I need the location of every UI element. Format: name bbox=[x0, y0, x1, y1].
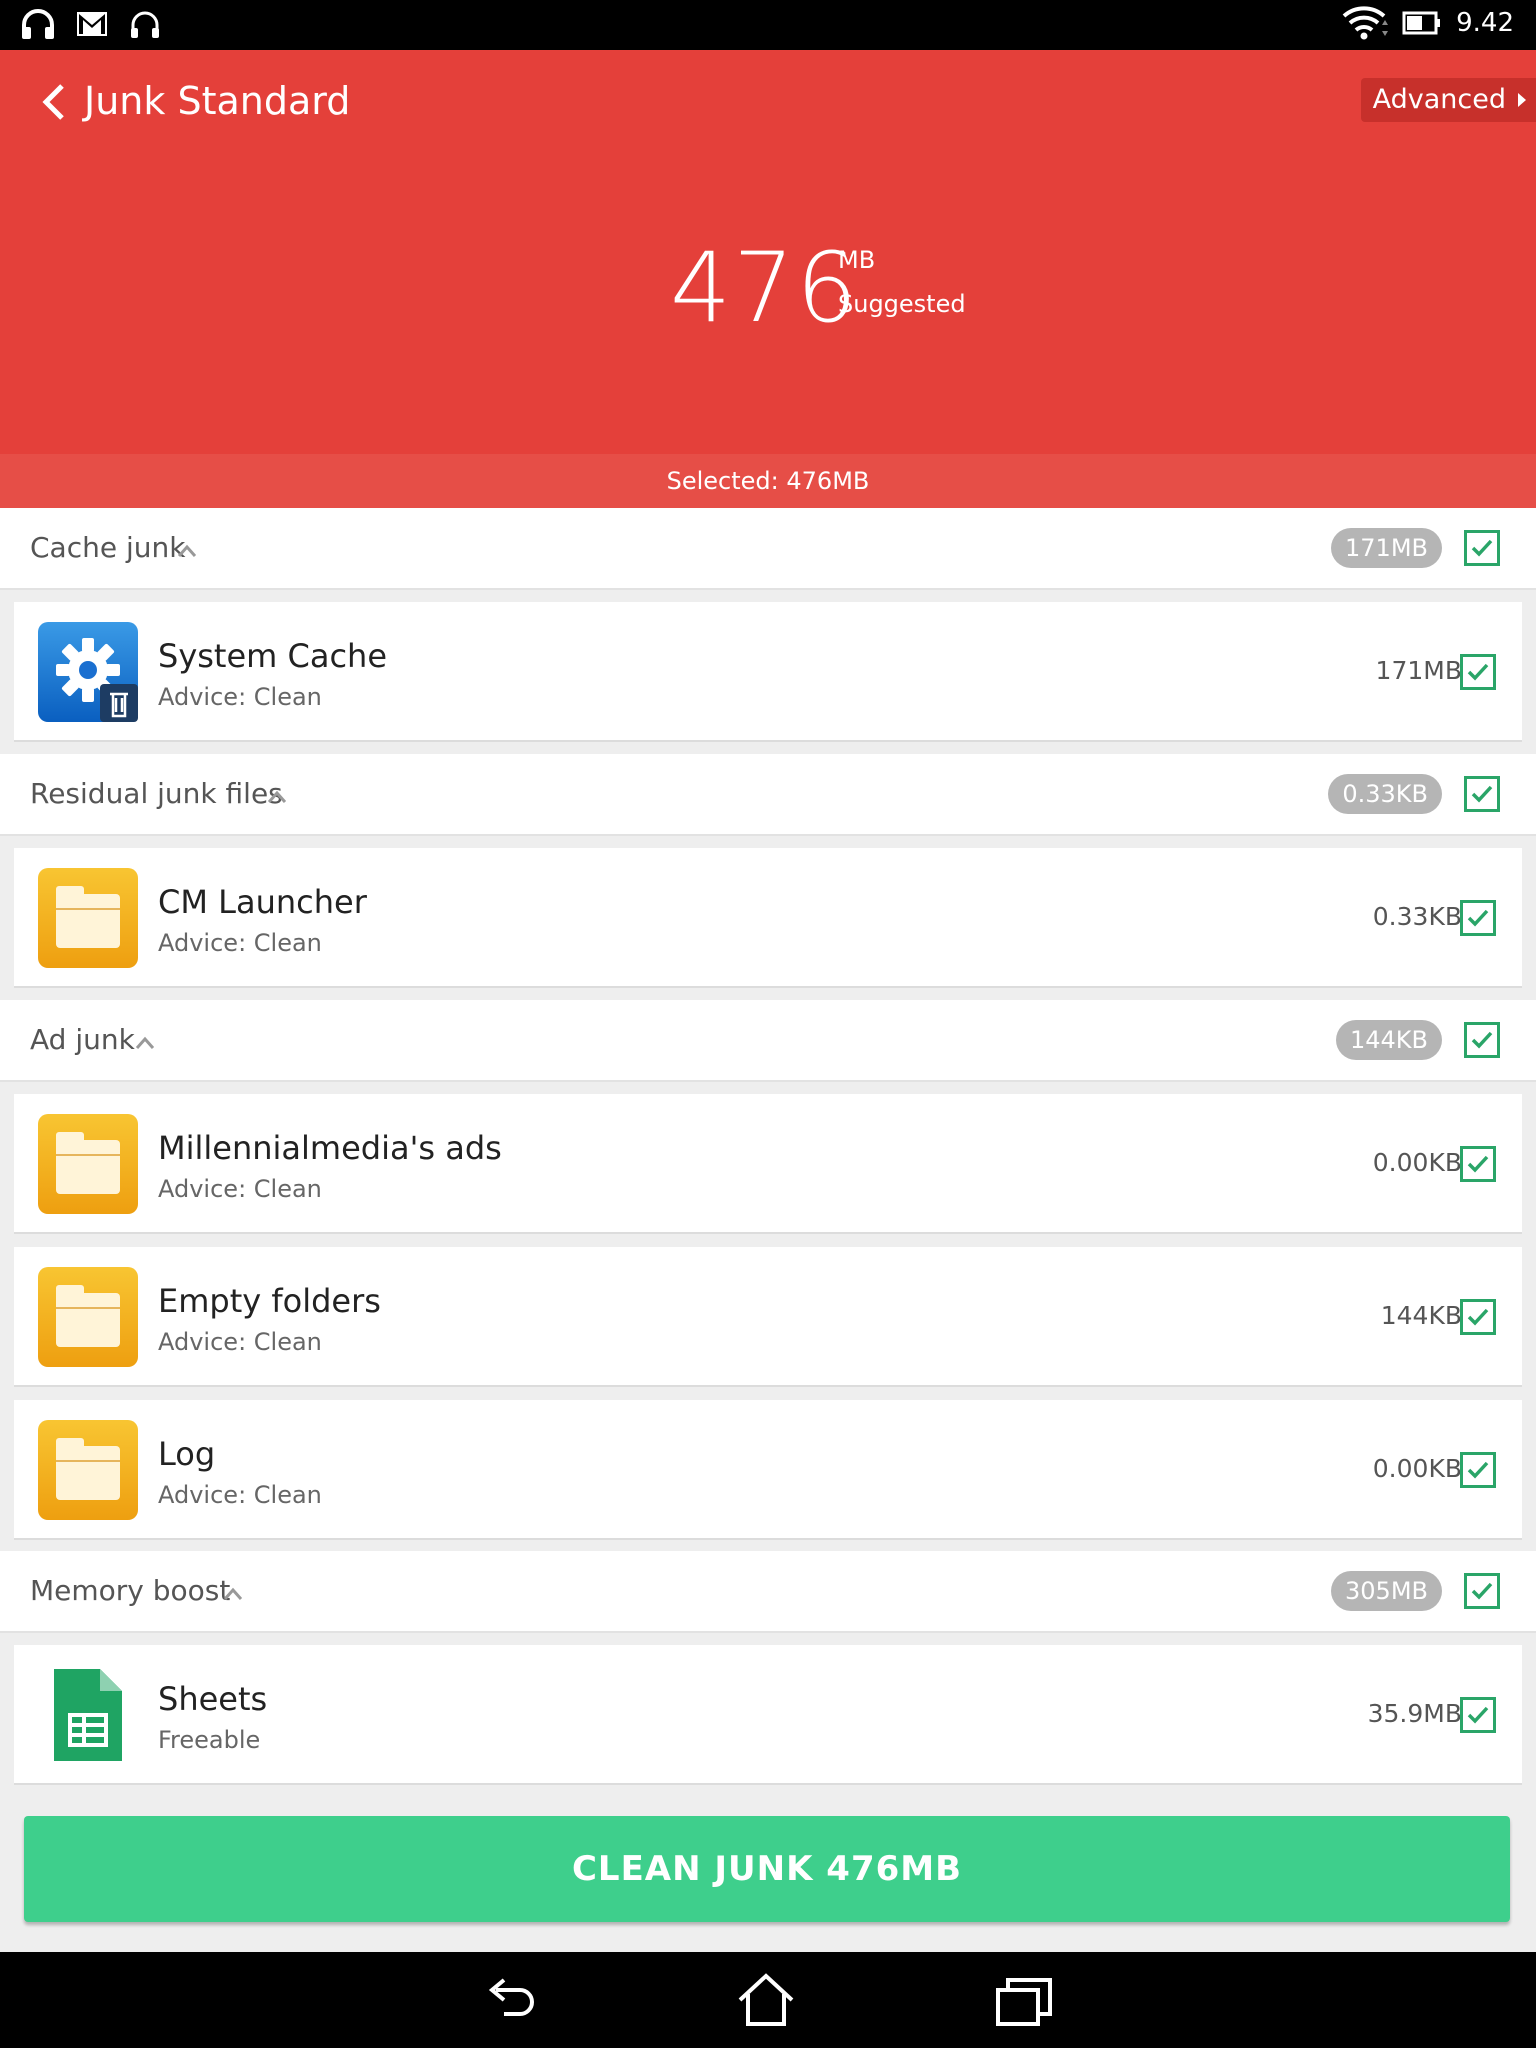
navigation-bar bbox=[0, 1952, 1536, 2048]
item-size: 144KB bbox=[1380, 1301, 1462, 1330]
item-advice: Advice: Clean bbox=[158, 1328, 322, 1356]
check-icon bbox=[1467, 1706, 1489, 1724]
item-name: CM Launcher bbox=[158, 883, 367, 921]
item-name: Log bbox=[158, 1435, 216, 1473]
back-nav-icon[interactable] bbox=[482, 1972, 542, 2028]
section-checkbox[interactable] bbox=[1464, 530, 1500, 566]
item-checkbox[interactable] bbox=[1460, 1146, 1496, 1182]
list-item[interactable]: Empty folders Advice: Clean 144KB bbox=[14, 1247, 1522, 1387]
section-label: Cache junk bbox=[30, 531, 186, 564]
chevron-up-icon[interactable] bbox=[268, 788, 286, 806]
check-icon bbox=[1467, 909, 1489, 927]
section-size-badge: 171MB bbox=[1331, 528, 1442, 568]
section-checkbox[interactable] bbox=[1464, 1573, 1500, 1609]
section-checkbox[interactable] bbox=[1464, 776, 1500, 812]
item-checkbox[interactable] bbox=[1460, 1299, 1496, 1335]
item-name: System Cache bbox=[158, 637, 388, 675]
item-checkbox[interactable] bbox=[1460, 900, 1496, 936]
caret-right-icon bbox=[1518, 93, 1526, 107]
recents-nav-icon[interactable] bbox=[994, 1972, 1054, 2028]
folder-icon bbox=[38, 868, 138, 968]
check-icon bbox=[1471, 1031, 1493, 1049]
check-icon bbox=[1471, 785, 1493, 803]
section-size-badge: 144KB bbox=[1335, 1020, 1442, 1060]
section-checkbox[interactable] bbox=[1464, 1022, 1500, 1058]
check-icon bbox=[1467, 1308, 1489, 1326]
item-checkbox[interactable] bbox=[1460, 654, 1496, 690]
section-ad-junk[interactable]: Ad junk 144KB bbox=[0, 1000, 1536, 1082]
check-icon bbox=[1471, 1582, 1493, 1600]
total-junk-unit: MB bbox=[838, 246, 876, 274]
clean-button-area: CLEAN JUNK 476MB bbox=[0, 1806, 1536, 1952]
check-icon bbox=[1471, 539, 1493, 557]
chevron-up-icon[interactable] bbox=[136, 1034, 154, 1052]
status-bar: 9.42 bbox=[0, 0, 1536, 50]
folder-icon bbox=[38, 1267, 138, 1367]
check-icon bbox=[1467, 1155, 1489, 1173]
item-checkbox[interactable] bbox=[1460, 1452, 1496, 1488]
section-label: Residual junk files bbox=[30, 777, 283, 810]
list-item[interactable]: Sheets Freeable 35.9MB bbox=[14, 1645, 1522, 1785]
clean-junk-button[interactable]: CLEAN JUNK 476MB bbox=[24, 1816, 1510, 1922]
gmail-icon bbox=[77, 12, 107, 36]
page-title: Junk Standard bbox=[84, 79, 351, 123]
folder-icon bbox=[38, 1420, 138, 1520]
battery-icon bbox=[1402, 11, 1441, 35]
item-name: Millennialmedia's ads bbox=[158, 1129, 502, 1167]
check-icon bbox=[1467, 663, 1489, 681]
system-cache-icon bbox=[38, 622, 138, 722]
item-size: 0.00KB bbox=[1372, 1148, 1462, 1177]
item-size: 35.9MB bbox=[1367, 1699, 1462, 1728]
item-status: Freeable bbox=[158, 1726, 261, 1754]
section-residual-junk[interactable]: Residual junk files 0.33KB bbox=[0, 754, 1536, 836]
junk-clean-screen: Junk Standard Advanced 476 MB Suggested … bbox=[0, 50, 1536, 1952]
item-size: 0.00KB bbox=[1372, 1454, 1462, 1483]
chevron-up-icon[interactable] bbox=[224, 1585, 242, 1603]
status-time: 9.42 bbox=[1456, 8, 1514, 38]
wifi-icon bbox=[1342, 6, 1389, 40]
sheets-icon bbox=[38, 1665, 138, 1765]
home-nav-icon[interactable] bbox=[736, 1972, 796, 2028]
chevron-up-icon[interactable] bbox=[178, 542, 196, 560]
header: Junk Standard Advanced 476 MB Suggested bbox=[0, 50, 1536, 454]
advanced-label: Advanced bbox=[1372, 84, 1506, 115]
section-size-badge: 305MB bbox=[1331, 1571, 1442, 1611]
selected-summary: Selected: 476MB bbox=[0, 454, 1536, 508]
suggested-label: Suggested bbox=[838, 290, 966, 318]
headphones-icon bbox=[22, 9, 54, 39]
item-advice: Advice: Clean bbox=[158, 1481, 322, 1509]
item-advice: Advice: Clean bbox=[158, 683, 322, 711]
item-size: 171MB bbox=[1375, 656, 1462, 685]
list-item[interactable]: Millennialmedia's ads Advice: Clean 0.00… bbox=[14, 1094, 1522, 1234]
item-size: 0.33KB bbox=[1372, 902, 1462, 931]
item-advice: Advice: Clean bbox=[158, 1175, 322, 1203]
section-label: Ad junk bbox=[30, 1023, 135, 1056]
advanced-button[interactable]: Advanced bbox=[1360, 78, 1536, 122]
item-name: Empty folders bbox=[158, 1282, 381, 1320]
back-arrow-icon[interactable] bbox=[36, 80, 72, 124]
item-advice: Advice: Clean bbox=[158, 929, 322, 957]
list-item[interactable]: System Cache Advice: Clean 171MB bbox=[14, 602, 1522, 742]
headset-icon bbox=[131, 11, 159, 38]
section-cache-junk[interactable]: Cache junk 171MB bbox=[0, 508, 1536, 590]
section-memory-boost[interactable]: Memory boost 305MB bbox=[0, 1551, 1536, 1633]
section-size-badge: 0.33KB bbox=[1328, 774, 1442, 814]
total-junk-value: 476 bbox=[670, 232, 860, 344]
check-icon bbox=[1467, 1461, 1489, 1479]
item-name: Sheets bbox=[158, 1680, 268, 1718]
section-label: Memory boost bbox=[30, 1574, 231, 1607]
item-checkbox[interactable] bbox=[1460, 1697, 1496, 1733]
folder-icon bbox=[38, 1114, 138, 1214]
list-item[interactable]: CM Launcher Advice: Clean 0.33KB bbox=[14, 848, 1522, 988]
list-item[interactable]: Log Advice: Clean 0.00KB bbox=[14, 1400, 1522, 1540]
